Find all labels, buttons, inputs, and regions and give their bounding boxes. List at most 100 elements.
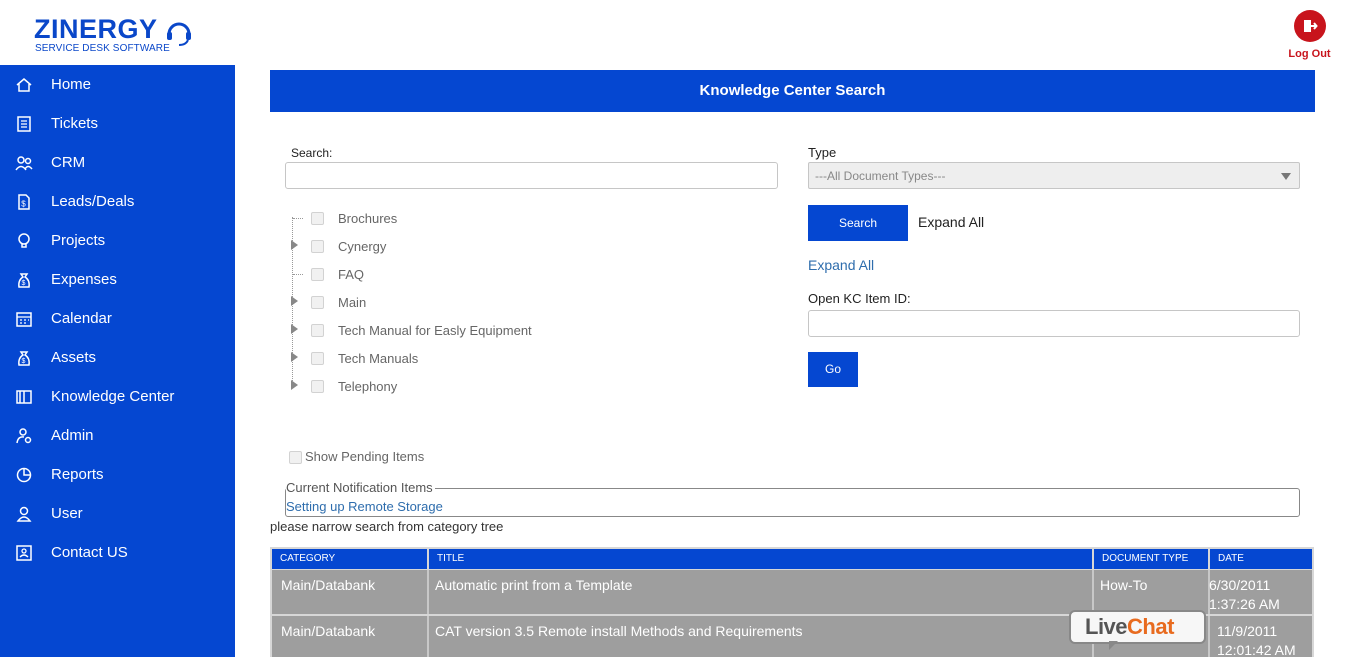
user-icon bbox=[16, 506, 32, 522]
tree-checkbox[interactable] bbox=[311, 268, 324, 281]
tree-item-label[interactable]: Tech Manuals bbox=[338, 351, 418, 366]
search-input[interactable] bbox=[285, 162, 778, 189]
sidebar-item-reports[interactable]: Reports bbox=[0, 455, 235, 494]
sidebar-item-crm[interactable]: CRM bbox=[0, 143, 235, 182]
tree-item-tech-manual-easly: Tech Manual for Easly Equipment bbox=[290, 317, 590, 345]
cell-date-day: 11/9/2011 bbox=[1217, 623, 1278, 639]
page-title: Knowledge Center Search bbox=[270, 70, 1315, 112]
sidebar-item-label: User bbox=[51, 505, 83, 522]
sidebar-item-leads-deals[interactable]: $ Leads/Deals bbox=[0, 182, 235, 221]
show-pending-checkbox[interactable] bbox=[289, 451, 302, 464]
cell-title[interactable]: Automatic print from a Template bbox=[426, 570, 1091, 595]
sidebar-item-projects[interactable]: Projects bbox=[0, 221, 235, 260]
svg-text:$: $ bbox=[22, 280, 26, 287]
sidebar-item-label: Projects bbox=[51, 232, 106, 249]
sidebar-item-home[interactable]: Home bbox=[0, 65, 235, 104]
narrow-search-message: please narrow search from category tree bbox=[270, 519, 504, 534]
expand-all-text[interactable]: Expand All bbox=[918, 214, 984, 230]
tree-connector bbox=[293, 218, 303, 219]
logout-label[interactable]: Log Out bbox=[1282, 48, 1337, 60]
dollar-doc-icon: $ bbox=[18, 194, 30, 210]
ticket-icon bbox=[17, 116, 31, 132]
svg-text:$: $ bbox=[22, 358, 26, 365]
column-header-document-type[interactable]: DOCUMENT TYPE bbox=[1094, 549, 1208, 569]
sidebar-item-assets[interactable]: $ Assets bbox=[0, 338, 235, 377]
logout-icon[interactable] bbox=[1293, 10, 1326, 42]
expand-arrow-icon[interactable] bbox=[291, 240, 298, 250]
sidebar-item-label: CRM bbox=[51, 154, 86, 171]
sidebar-item-tickets[interactable]: Tickets bbox=[0, 104, 235, 143]
cell-title[interactable]: CAT version 3.5 Remote install Methods a… bbox=[426, 616, 1091, 641]
search-label: Search: bbox=[291, 146, 333, 160]
expand-arrow-icon[interactable] bbox=[291, 324, 298, 334]
livechat-button[interactable]: LiveChat bbox=[1069, 610, 1206, 652]
column-header-date[interactable]: DATE bbox=[1210, 549, 1312, 569]
category-tree: Brochures Cynergy FAQ Main Tech Manual f… bbox=[290, 205, 590, 405]
tree-item-brochures: Brochures bbox=[290, 205, 590, 233]
go-button[interactable]: Go bbox=[808, 352, 858, 387]
tree-checkbox[interactable] bbox=[311, 240, 324, 253]
sidebar-item-calendar[interactable]: Calendar bbox=[0, 299, 235, 338]
kc-item-id-label: Open KC Item ID: bbox=[808, 291, 911, 306]
sidebar-item-user[interactable]: User bbox=[0, 494, 235, 533]
search-button[interactable]: Search bbox=[808, 205, 908, 241]
tree-item-label[interactable]: Tech Manual for Easly Equipment bbox=[338, 323, 532, 338]
sidebar-item-label: Assets bbox=[51, 349, 97, 366]
document-type-selected: ---All Document Types--- bbox=[815, 169, 946, 183]
type-label: Type bbox=[808, 145, 837, 160]
sidebar-item-label: Contact US bbox=[51, 544, 128, 561]
brand-tagline: SERVICE DESK SOFTWARE bbox=[35, 43, 170, 54]
cell-date-time: 1:37:26 AM bbox=[1209, 596, 1280, 612]
expand-arrow-icon[interactable] bbox=[291, 296, 298, 306]
livechat-bubble-tail bbox=[1109, 641, 1118, 650]
column-header-category[interactable]: CATEGORY bbox=[272, 549, 427, 569]
brand-logo[interactable]: ZINERGY SERVICE DESK SOFTWARE bbox=[34, 14, 204, 58]
logout-button[interactable]: Log Out bbox=[1282, 10, 1337, 62]
contact-card-icon bbox=[16, 545, 32, 561]
sidebar-item-label: Knowledge Center bbox=[51, 388, 175, 405]
sidebar-item-expenses[interactable]: $ Expenses bbox=[0, 260, 235, 299]
cell-date: 6/30/2011 1:37:26 AM bbox=[1200, 570, 1312, 614]
expand-arrow-icon[interactable] bbox=[291, 380, 298, 390]
sidebar-item-label: Home bbox=[51, 76, 92, 93]
cell-category: Main/Databank bbox=[281, 623, 376, 639]
tree-item-label[interactable]: FAQ bbox=[338, 267, 364, 282]
sidebar-item-knowledge-center[interactable]: Knowledge Center bbox=[0, 377, 235, 416]
tree-item-label[interactable]: Cynergy bbox=[338, 239, 386, 254]
cell-document-type: How-To bbox=[1100, 577, 1148, 593]
show-pending-label[interactable]: Show Pending Items bbox=[305, 449, 424, 464]
notification-legend: Current Notification Items bbox=[286, 480, 435, 495]
chevron-down-icon bbox=[1281, 173, 1291, 180]
book-icon bbox=[16, 390, 32, 404]
cell-date-day: 6/30/2011 bbox=[1209, 577, 1271, 593]
kc-item-id-input[interactable] bbox=[808, 310, 1300, 337]
sidebar-item-label: Admin bbox=[51, 427, 94, 444]
tree-checkbox[interactable] bbox=[311, 324, 324, 337]
tree-item-label[interactable]: Main bbox=[338, 295, 366, 310]
tree-checkbox[interactable] bbox=[311, 380, 324, 393]
brand-name: ZINERGY bbox=[34, 14, 158, 44]
tree-connector bbox=[293, 274, 303, 275]
document-type-select[interactable]: ---All Document Types--- bbox=[808, 162, 1300, 189]
sidebar-item-label: Tickets bbox=[51, 115, 98, 132]
notification-link[interactable]: Setting up Remote Storage bbox=[286, 499, 443, 514]
tree-checkbox[interactable] bbox=[311, 296, 324, 309]
column-header-title[interactable]: TITLE bbox=[429, 549, 1092, 569]
table-row[interactable]: Main/Databank Automatic print from a Tem… bbox=[272, 570, 1312, 614]
livechat-live-text: Live bbox=[1085, 614, 1128, 639]
home-icon bbox=[16, 78, 32, 92]
sidebar-item-label: Reports bbox=[51, 466, 104, 483]
sidebar-item-admin[interactable]: Admin bbox=[0, 416, 235, 455]
expand-arrow-icon[interactable] bbox=[291, 352, 298, 362]
livechat-label: LiveChat bbox=[1085, 614, 1174, 640]
tree-item-label[interactable]: Telephony bbox=[338, 379, 397, 394]
tree-checkbox[interactable] bbox=[311, 352, 324, 365]
sidebar-item-contact-us[interactable]: Contact US bbox=[0, 533, 235, 572]
pie-chart-icon bbox=[16, 467, 32, 483]
expand-all-link[interactable]: Expand All bbox=[808, 257, 874, 273]
tree-item-telephony: Telephony bbox=[290, 373, 590, 401]
tree-checkbox[interactable] bbox=[311, 212, 324, 225]
tree-item-main: Main bbox=[290, 289, 590, 317]
sidebar-item-label: Calendar bbox=[51, 310, 112, 327]
tree-item-label[interactable]: Brochures bbox=[338, 211, 397, 226]
